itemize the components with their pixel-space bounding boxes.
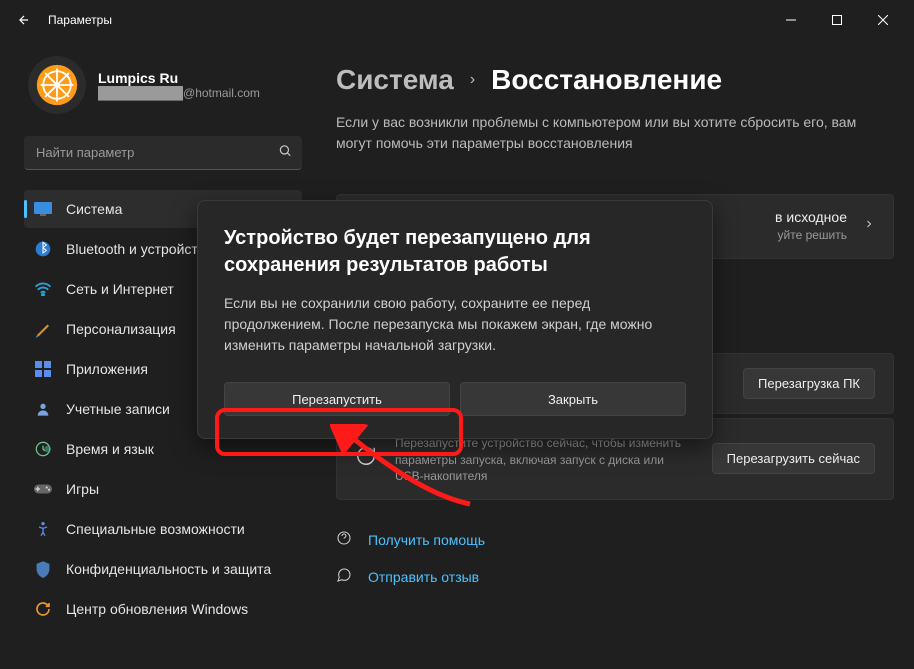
close-icon	[878, 15, 888, 25]
restart-confirm-dialog: Устройство будет перезапущено для сохран…	[197, 200, 713, 439]
wifi-icon	[34, 280, 52, 298]
minimize-icon	[786, 15, 796, 25]
system-icon	[34, 200, 52, 218]
profile-block[interactable]: Lumpics Ru ██████████@hotmail.com	[24, 56, 302, 114]
sidebar-item-label: Bluetooth и устройства	[66, 241, 213, 257]
card-subtitle: Перезапустите устройство сейчас, чтобы и…	[395, 435, 696, 485]
sidebar-item-games[interactable]: Игры	[24, 470, 302, 508]
back-button[interactable]	[8, 4, 40, 36]
card-sub-fragment: уйте решить	[775, 227, 847, 244]
shield-icon	[34, 560, 52, 578]
sidebar-item-label: Система	[66, 201, 122, 217]
time-icon	[34, 440, 52, 458]
sidebar-item-accessibility[interactable]: Специальные возможности	[24, 510, 302, 548]
sidebar-item-label: Время и язык	[66, 441, 154, 457]
link-label: Получить помощь	[368, 532, 485, 548]
sidebar-item-privacy[interactable]: Конфиденциальность и защита	[24, 550, 302, 588]
help-icon	[336, 530, 354, 549]
restart-now-button[interactable]: Перезагрузить сейчас	[712, 443, 875, 474]
help-links: Получить помощь Отправить отзыв	[336, 530, 894, 586]
dialog-title: Устройство будет перезапущено для сохран…	[224, 225, 686, 279]
breadcrumb: Система › Восстановление	[336, 64, 894, 96]
bluetooth-icon	[34, 240, 52, 258]
titlebar: Параметры	[0, 0, 914, 40]
sidebar-item-label: Центр обновления Windows	[66, 601, 248, 617]
dialog-close-button[interactable]: Закрыть	[460, 382, 686, 416]
search-container	[24, 136, 302, 170]
sidebar-item-label: Сеть и Интернет	[66, 281, 174, 297]
dialog-body: Если вы не сохранили свою работу, сохран…	[224, 293, 686, 356]
card-title-fragment: в исходное	[775, 209, 847, 225]
sidebar-item-label: Персонализация	[66, 321, 176, 337]
sidebar-item-label: Специальные возможности	[66, 521, 245, 537]
chevron-right-icon	[863, 217, 875, 235]
apps-icon	[34, 360, 52, 378]
feedback-link[interactable]: Отправить отзыв	[336, 567, 894, 586]
get-help-link[interactable]: Получить помощь	[336, 530, 894, 549]
page-description: Если у вас возникли проблемы с компьютер…	[336, 112, 866, 154]
accessibility-icon	[34, 520, 52, 538]
arrow-left-icon	[17, 13, 31, 27]
sidebar-item-label: Приложения	[66, 361, 148, 377]
restart-pc-button[interactable]: Перезагрузка ПК	[743, 368, 875, 399]
avatar	[28, 56, 86, 114]
maximize-button[interactable]	[814, 4, 860, 36]
minimize-button[interactable]	[768, 4, 814, 36]
search-icon	[278, 144, 292, 163]
maximize-icon	[832, 15, 842, 25]
dialog-restart-button[interactable]: Перезапустить	[224, 382, 450, 416]
accounts-icon	[34, 400, 52, 418]
sidebar-item-label: Учетные записи	[66, 401, 170, 417]
sidebar-item-update[interactable]: Центр обновления Windows	[24, 590, 302, 628]
close-button[interactable]	[860, 4, 906, 36]
window-title: Параметры	[48, 13, 112, 27]
window-controls	[768, 4, 906, 36]
update-icon	[34, 600, 52, 618]
link-label: Отправить отзыв	[368, 569, 479, 585]
profile-name: Lumpics Ru	[98, 70, 260, 86]
breadcrumb-parent[interactable]: Система	[336, 64, 454, 96]
sidebar-item-label: Игры	[66, 481, 99, 497]
restart-icon	[355, 445, 379, 472]
chevron-right-icon: ›	[470, 71, 475, 89]
feedback-icon	[336, 567, 354, 586]
games-icon	[34, 480, 52, 498]
breadcrumb-current: Восстановление	[491, 64, 722, 96]
search-input[interactable]	[24, 136, 302, 170]
sidebar-item-label: Конфиденциальность и защита	[66, 561, 271, 577]
profile-email: ██████████@hotmail.com	[98, 86, 260, 100]
personalization-icon	[34, 320, 52, 338]
settings-window: Параметры Lumpics Ru ██████████@hotmail.…	[0, 0, 914, 669]
